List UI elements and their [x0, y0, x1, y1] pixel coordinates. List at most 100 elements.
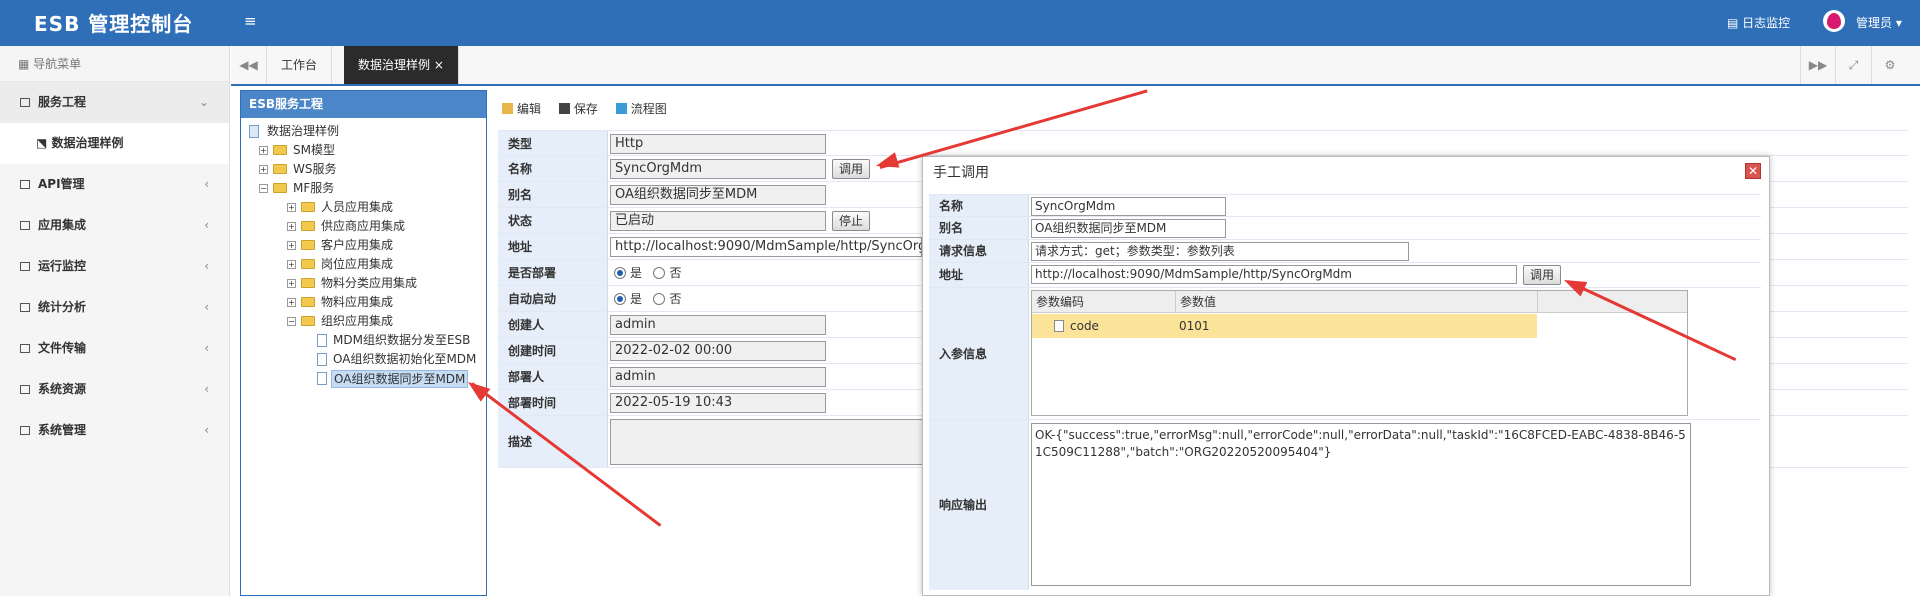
tab-workbench[interactable]: 工作台: [267, 46, 333, 84]
field-label: 描述: [498, 416, 608, 467]
tree-node-label: 组织应用集成: [321, 314, 394, 328]
collapse-icon[interactable]: −: [287, 317, 296, 326]
folder-icon: [20, 98, 30, 107]
radio-label: 否: [669, 266, 682, 280]
dialog-address-field[interactable]: http://localhost:9090/MdmSample/http/Syn…: [1031, 265, 1517, 284]
status-field[interactable]: 已启动: [610, 211, 826, 231]
tree-node[interactable]: + 客户应用集成: [241, 236, 486, 255]
app-title: ESB 管理控制台: [34, 12, 194, 36]
param-value-cell[interactable]: 0101: [1179, 314, 1210, 338]
sidebar-item-label: 统计分析: [38, 300, 87, 314]
column-header-spacer: [1537, 291, 1538, 313]
file-icon: [317, 372, 327, 385]
sidebar-item-stats[interactable]: 统计分析 ‹: [0, 287, 229, 328]
tree-node[interactable]: + 岗位应用集成: [241, 255, 486, 274]
folder-icon: [20, 303, 30, 312]
file-icon: [317, 334, 327, 347]
expand-icon[interactable]: +: [287, 203, 296, 212]
field-label: 别名: [929, 217, 1029, 239]
expand-icon[interactable]: +: [287, 298, 296, 307]
tree-node[interactable]: + 物料应用集成: [241, 293, 486, 312]
deployer-field[interactable]: admin: [610, 367, 826, 387]
tab-prev-button[interactable]: ◀◀: [231, 46, 267, 84]
tree-node[interactable]: − MF服务: [241, 179, 486, 198]
sidebar-item-label: 数据治理样例: [51, 136, 124, 150]
chevron-left-icon: ‹: [204, 218, 209, 232]
folder-icon: [301, 316, 315, 326]
dialog-request-field[interactable]: 请求方式：get；参数类型：参数列表: [1031, 242, 1409, 261]
field-label: 地址: [498, 234, 608, 259]
creator-field[interactable]: admin: [610, 315, 826, 335]
table-row[interactable]: code 0101: [1032, 314, 1537, 338]
menu-toggle-icon[interactable]: ≡: [244, 12, 257, 30]
tab-next-button[interactable]: ▶▶: [1800, 46, 1836, 84]
name-field[interactable]: SyncOrgMdm: [610, 159, 826, 179]
dialog-title: 手工调用: [933, 165, 989, 181]
save-button[interactable]: 保存: [558, 102, 598, 116]
tab-data-governance[interactable]: 数据治理样例 ×: [344, 46, 459, 84]
tree-node[interactable]: MDM组织数据分发至ESB: [241, 331, 486, 350]
project-icon: [249, 125, 259, 138]
close-icon[interactable]: ✕: [1745, 163, 1761, 179]
sidebar-item-api[interactable]: API管理 ‹: [0, 164, 229, 205]
tree-node[interactable]: + 供应商应用集成: [241, 217, 486, 236]
avatar[interactable]: [1823, 10, 1845, 32]
created-time-field[interactable]: 2022-02-02 00:00: [610, 341, 826, 361]
stop-button[interactable]: 停止: [832, 211, 871, 231]
expand-icon[interactable]: +: [287, 279, 296, 288]
expand-icon[interactable]: +: [287, 222, 296, 231]
tree-node[interactable]: − 组织应用集成: [241, 312, 486, 331]
sidebar-item-system[interactable]: 系统管理 ‹: [0, 410, 229, 451]
field-label: 创建人: [498, 312, 608, 337]
tree-node-selected[interactable]: OA组织数据同步至MDM: [241, 369, 486, 388]
sidebar-item-resources[interactable]: 系统资源 ‹: [0, 369, 229, 410]
expand-icon[interactable]: +: [287, 241, 296, 250]
tree-node[interactable]: + 人员应用集成: [241, 198, 486, 217]
sidebar-item-label: 系统管理: [38, 423, 87, 437]
response-output-textarea[interactable]: OK-{"success":true,"errorMsg":null,"erro…: [1031, 423, 1691, 586]
expand-icon[interactable]: +: [259, 165, 268, 174]
expand-icon[interactable]: +: [287, 260, 296, 269]
autostart-radio-group: 是 否: [614, 286, 681, 312]
sidebar-item-monitor[interactable]: 运行监控 ‹: [0, 246, 229, 287]
settings-icon[interactable]: ⚙: [1872, 46, 1908, 84]
address-field[interactable]: http://localhost:9090/MdmSample/http/Syn…: [610, 237, 922, 257]
column-header: 参数值: [1175, 291, 1216, 313]
autostart-no-radio[interactable]: [653, 293, 666, 305]
tree-node[interactable]: 数据治理样例: [241, 122, 486, 141]
tree-node[interactable]: + SM模型: [241, 141, 486, 160]
edit-label: 编辑: [517, 102, 542, 116]
fullscreen-icon[interactable]: ⤢: [1836, 46, 1872, 84]
expand-icon[interactable]: +: [259, 146, 268, 155]
invoke-button[interactable]: 调用: [832, 159, 871, 179]
param-code-cell[interactable]: code: [1070, 314, 1099, 338]
description-field[interactable]: [610, 419, 930, 465]
deploy-yes-radio[interactable]: [614, 267, 626, 279]
flowchart-button[interactable]: 流程图: [615, 102, 667, 116]
type-field[interactable]: Http: [610, 134, 826, 154]
log-monitor-link[interactable]: ▤ 日志监控: [1727, 14, 1790, 31]
user-menu[interactable]: 管理员 ▾: [1856, 14, 1902, 31]
sidebar-item-app-integration[interactable]: 应用集成 ‹: [0, 205, 229, 246]
tree-node[interactable]: + 物料分类应用集成: [241, 274, 486, 293]
deployed-time-field[interactable]: 2022-05-19 10:43: [610, 393, 826, 413]
dialog-invoke-button[interactable]: 调用: [1523, 265, 1562, 285]
sidebar-item-service-project[interactable]: 服务工程 ⌄: [0, 82, 229, 123]
sidebar-item-data-governance[interactable]: ⬔ 数据治理样例: [0, 123, 229, 164]
autostart-yes-radio[interactable]: [614, 293, 626, 305]
edit-button[interactable]: 编辑: [502, 102, 541, 116]
tree-node-label: 物料分类应用集成: [321, 276, 418, 290]
collapse-icon[interactable]: −: [259, 184, 268, 193]
deploy-no-radio[interactable]: [653, 267, 666, 279]
dialog-alias-field[interactable]: OA组织数据同步至MDM: [1031, 219, 1226, 238]
tree-node[interactable]: + WS服务: [241, 160, 486, 179]
alias-field[interactable]: OA组织数据同步至MDM: [610, 185, 826, 205]
folder-icon: [20, 344, 30, 353]
folder-icon: [301, 240, 315, 250]
form-row-type: 类型 Http: [498, 130, 1908, 156]
flowchart-label: 流程图: [630, 102, 667, 116]
dialog-name-field[interactable]: SyncOrgMdm: [1031, 197, 1226, 216]
sidebar-item-file-transfer[interactable]: 文件传输 ‹: [0, 328, 229, 369]
tree-node[interactable]: OA组织数据初始化至MDM: [241, 350, 486, 369]
field-label: 请求信息: [929, 240, 1029, 262]
